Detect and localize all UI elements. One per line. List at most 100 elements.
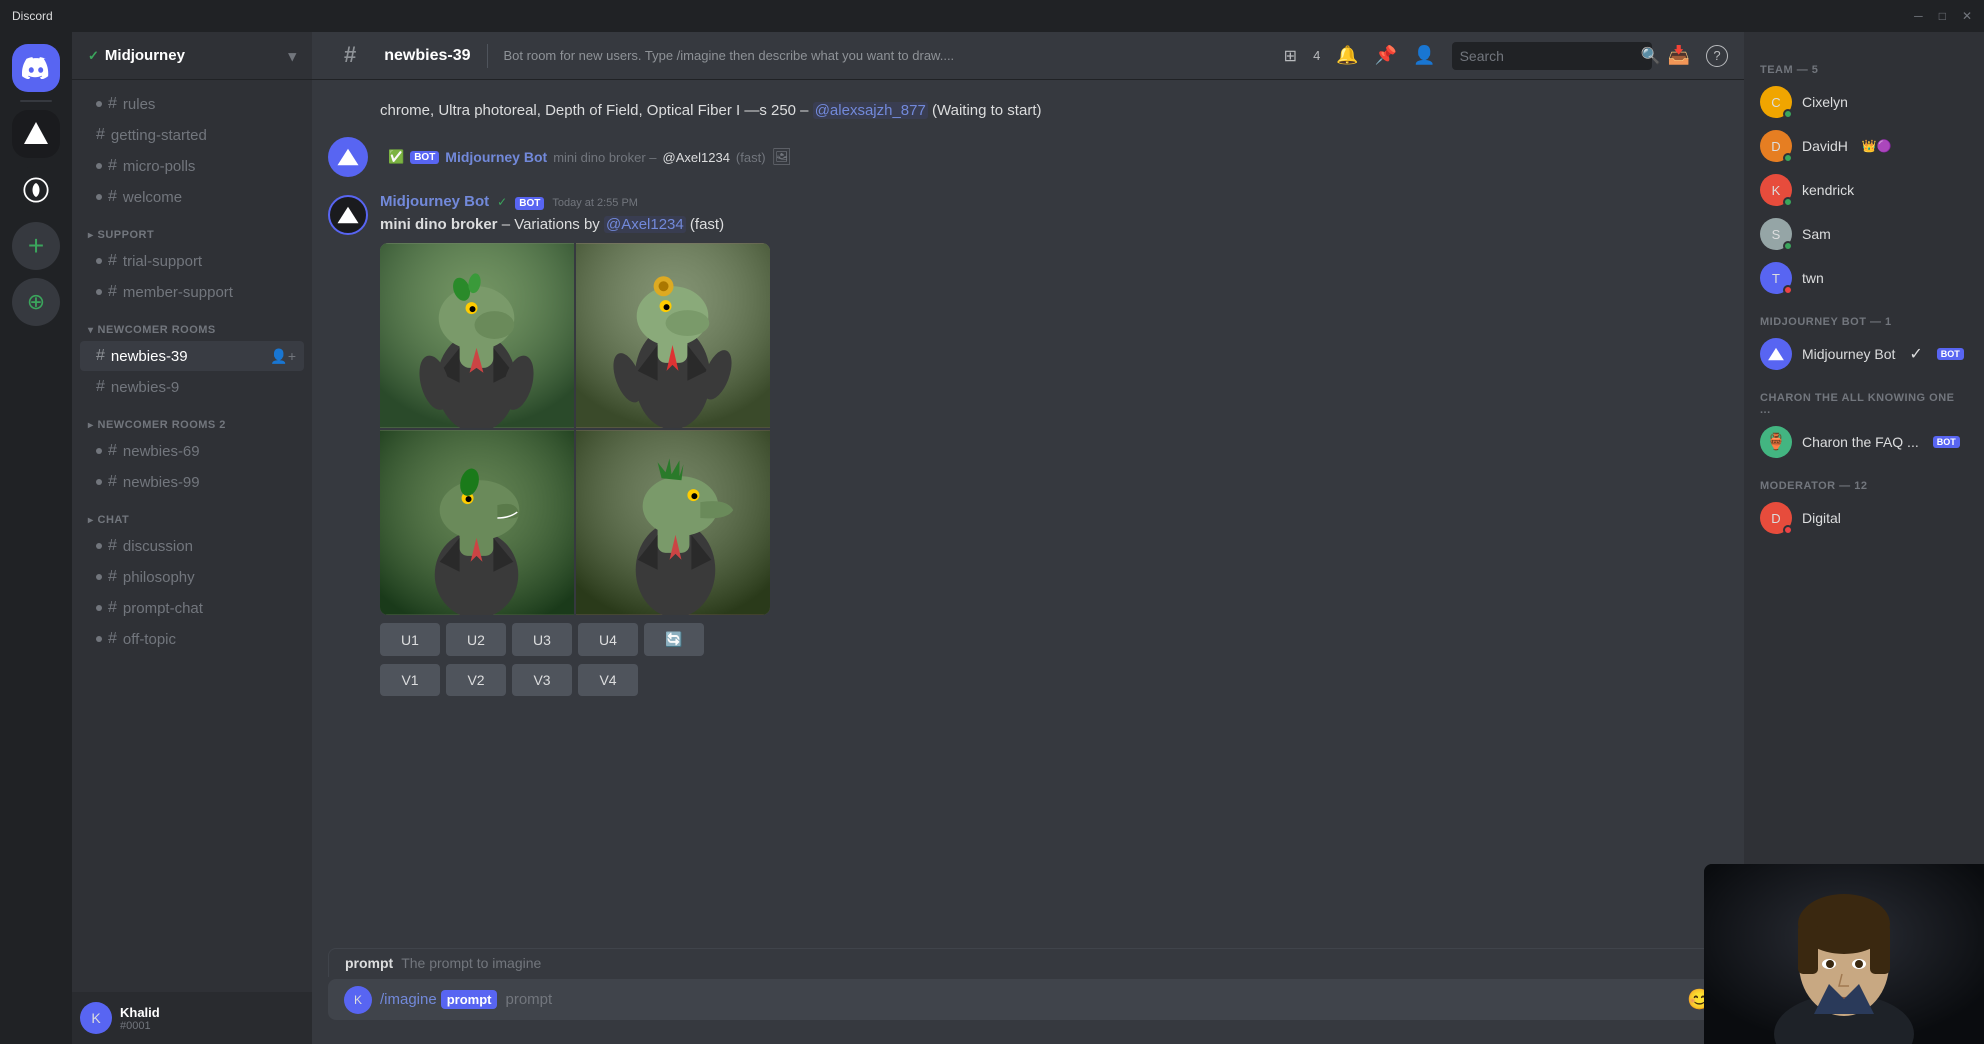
channel-item-rules[interactable]: # rules	[80, 89, 304, 119]
user-info: Khalid #0001	[120, 1005, 160, 1032]
bot-badge: BOT	[410, 151, 439, 164]
channel-item-trial-support[interactable]: # trial-support	[80, 246, 304, 276]
server-openai[interactable]	[12, 166, 60, 214]
chat-header: # newbies-39 Bot room for new users. Typ…	[312, 32, 1744, 80]
variation-3-button[interactable]: V3	[512, 664, 572, 696]
server-header[interactable]: ✓ Midjourney ▾	[72, 32, 312, 80]
image-cell-bl[interactable]	[380, 430, 574, 615]
help-icon[interactable]: ?	[1706, 45, 1728, 67]
message-bold-text: mini dino broker	[380, 216, 498, 233]
video-feed	[1704, 864, 1984, 1044]
variation-2-button[interactable]: V2	[446, 664, 506, 696]
channel-item-newbies-99[interactable]: # newbies-99	[80, 467, 304, 497]
explore-servers-button[interactable]: ⊕	[12, 278, 60, 326]
channel-description: Bot room for new users. Type /imagine th…	[504, 48, 1276, 63]
image-cell-br[interactable]	[576, 430, 770, 615]
bot-header-row: ✅ BOT Midjourney Bot mini dino broker – …	[388, 147, 792, 167]
user-panel: K Khalid #0001	[72, 992, 312, 1044]
header-icons: ⊞ 4 🔔 📌 👤 🔍 📥 ?	[1284, 42, 1728, 70]
member-item-davidh[interactable]: D DavidH 👑🟣	[1752, 124, 1976, 168]
notifications-icon[interactable]: 🔔	[1336, 45, 1358, 66]
maximize-button[interactable]: □	[1939, 9, 1946, 23]
category-chat[interactable]: ▸ CHAT	[72, 498, 312, 530]
channel-item-getting-started[interactable]: # getting-started	[80, 120, 304, 150]
upscale-2-button[interactable]: U2	[446, 623, 506, 656]
channel-bullet	[96, 479, 102, 485]
messages-container: chrome, Ultra photoreal, Depth of Field,…	[312, 80, 1744, 948]
channel-item-philosophy[interactable]: # philosophy	[80, 562, 304, 592]
status-indicator	[1783, 285, 1793, 295]
channel-item-off-topic[interactable]: # off-topic	[80, 624, 304, 654]
channel-item-welcome[interactable]: # welcome	[80, 182, 304, 212]
member-item-cixelyn[interactable]: C Cixelyn	[1752, 80, 1976, 124]
spacer	[328, 100, 368, 121]
status-indicator	[1783, 109, 1793, 119]
search-input[interactable]	[1460, 48, 1641, 64]
username: Khalid	[120, 1005, 160, 1020]
channel-item-micro-polls[interactable]: # micro-polls	[80, 151, 304, 181]
search-bar[interactable]: 🔍	[1452, 42, 1652, 70]
action-buttons-variation: V1 V2 V3 V4	[380, 664, 1728, 696]
channel-item-discussion[interactable]: # discussion	[80, 531, 304, 561]
upscale-1-button[interactable]: U1	[380, 623, 440, 656]
channel-bullet	[96, 194, 102, 200]
variation-4-button[interactable]: V4	[578, 664, 638, 696]
message-group-bot-header: ✅ BOT Midjourney Bot mini dino broker – …	[312, 129, 1744, 185]
add-member-icon[interactable]: 👤+	[270, 348, 296, 365]
message-text: chrome, Ultra photoreal, Depth of Field,…	[380, 102, 1041, 119]
member-name-kendrick: kendrick	[1802, 182, 1854, 198]
server-discord-home[interactable]	[12, 44, 60, 92]
chat-area: # newbies-39 Bot room for new users. Typ…	[312, 32, 1744, 1044]
members-icon[interactable]: 👤	[1413, 45, 1435, 66]
member-item-twn[interactable]: T twn	[1752, 256, 1976, 300]
variation-1-button[interactable]: V1	[380, 664, 440, 696]
close-button[interactable]: ✕	[1962, 9, 1972, 23]
midjourney-verified-icon: ✓	[1909, 344, 1922, 364]
chat-input-field[interactable]	[505, 979, 1687, 1020]
member-avatar-twn: T	[1760, 262, 1792, 294]
category-support[interactable]: ▸ SUPPORT	[72, 213, 312, 245]
member-item-midjourney-bot[interactable]: Midjourney Bot ✓ BOT	[1752, 332, 1976, 376]
inbox-icon[interactable]: 📥	[1668, 45, 1690, 66]
member-item-digital[interactable]: D Digital	[1752, 496, 1976, 540]
channel-item-newbies-69[interactable]: # newbies-69	[80, 436, 304, 466]
add-server-button[interactable]: +	[12, 222, 60, 270]
server-midjourney[interactable]	[12, 110, 60, 158]
message-text-main: mini dino broker – Variations by @Axel12…	[380, 214, 1728, 235]
bot-image-icon[interactable]: 🖼	[772, 147, 792, 167]
member-name-davidh: DavidH	[1802, 138, 1848, 154]
category-newcomer-rooms-2[interactable]: ▸ NEWCOMER ROOMS 2	[72, 403, 312, 435]
channel-bullet	[96, 289, 102, 295]
server-menu-chevron: ▾	[288, 47, 296, 65]
member-avatar-kendrick: K	[1760, 174, 1792, 206]
channel-item-prompt-chat[interactable]: # prompt-chat	[80, 593, 304, 623]
channel-item-newbies-39[interactable]: # newbies-39 👤+	[80, 341, 304, 371]
category-arrow: ▸	[88, 420, 94, 431]
member-name-digital: Digital	[1802, 510, 1841, 526]
message-header: Midjourney Bot ✓ BOT Today at 2:55 PM	[380, 193, 1728, 210]
upscale-4-button[interactable]: U4	[578, 623, 638, 656]
user-avatar: K	[80, 1002, 112, 1034]
message-timestamp: Today at 2:55 PM	[552, 197, 638, 209]
channel-sidebar: ✓ Midjourney ▾ # rules # getting-started…	[72, 32, 312, 1044]
channel-item-newbies-9[interactable]: # newbies-9	[80, 372, 304, 402]
autocomplete-popup: prompt The prompt to imagine	[328, 948, 1728, 977]
channel-bullet	[96, 163, 102, 169]
bot-badge-right: BOT	[1937, 348, 1964, 360]
bot-context: mini dino broker –	[553, 150, 656, 165]
category-newcomer-rooms[interactable]: ▾ NEWCOMER ROOMS	[72, 308, 312, 340]
image-cell-tr[interactable]	[576, 243, 770, 428]
member-item-kendrick[interactable]: K kendrick	[1752, 168, 1976, 212]
server-name: Midjourney	[105, 47, 185, 64]
pin-icon[interactable]: 📌	[1375, 45, 1397, 66]
minimize-button[interactable]: ─	[1914, 9, 1923, 23]
channel-bullet	[96, 543, 102, 549]
refresh-button[interactable]: 🔄	[644, 623, 704, 656]
member-avatar-davidh: D	[1760, 130, 1792, 162]
channel-item-member-support[interactable]: # member-support	[80, 277, 304, 307]
image-cell-tl[interactable]	[380, 243, 574, 428]
member-item-sam[interactable]: S Sam	[1752, 212, 1976, 256]
member-item-charon[interactable]: 🏺 Charon the FAQ ... BOT	[1752, 420, 1976, 464]
threads-icon[interactable]: ⊞	[1284, 46, 1297, 66]
upscale-3-button[interactable]: U3	[512, 623, 572, 656]
